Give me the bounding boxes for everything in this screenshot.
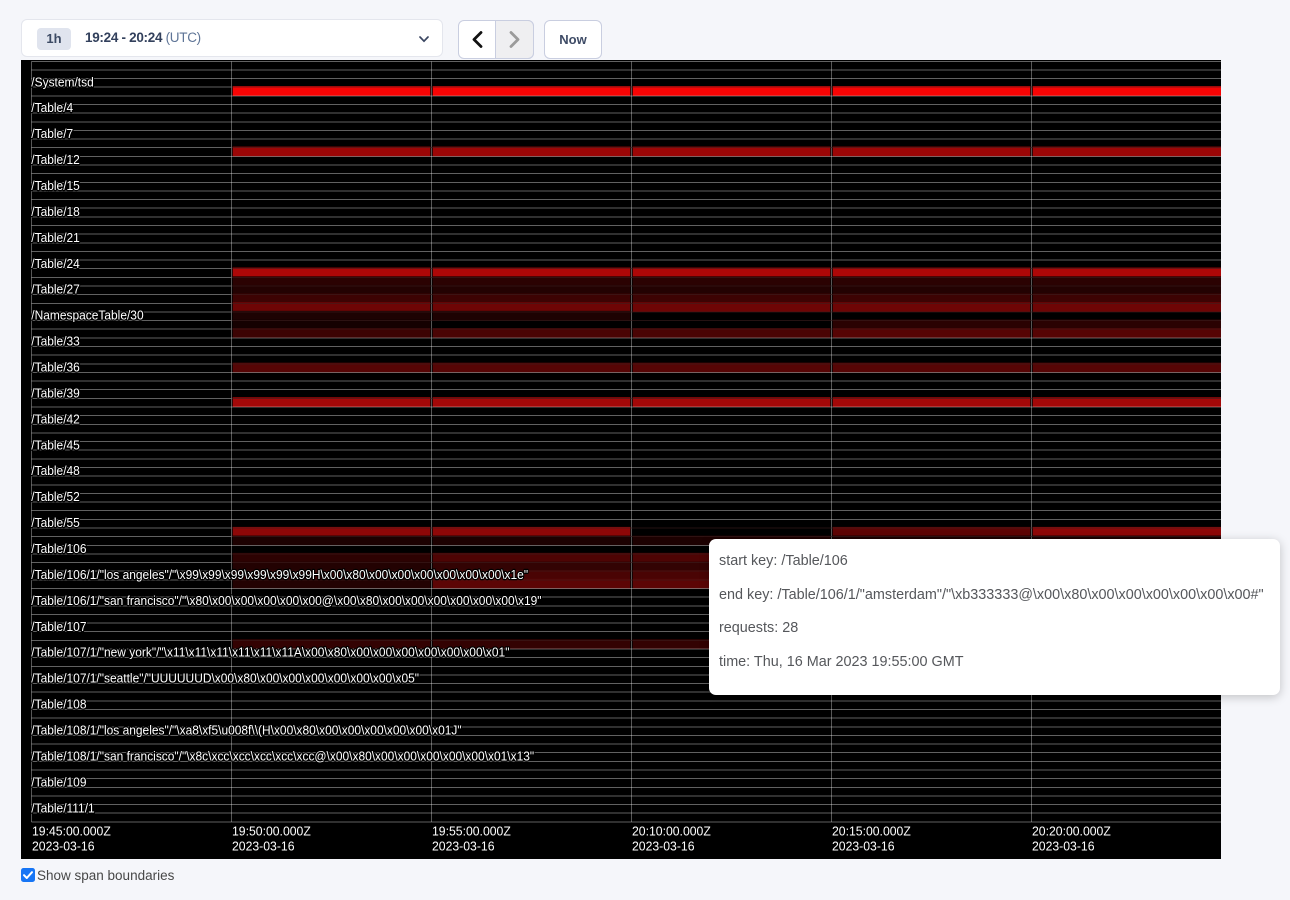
svg-text:19:45:00.000Z: 19:45:00.000Z [32,824,111,838]
svg-text:/Table/108: /Table/108 [31,697,86,712]
svg-text:/Table/27: /Table/27 [31,282,80,297]
svg-text:/Table/42: /Table/42 [31,412,80,427]
svg-text:/Table/21: /Table/21 [31,230,80,245]
svg-text:19:50:00.000Z: 19:50:00.000Z [232,824,311,838]
svg-text:2023-03-16: 2023-03-16 [832,839,895,853]
svg-text:/NamespaceTable/30: /NamespaceTable/30 [31,308,143,323]
svg-text:/Table/48: /Table/48 [31,464,80,479]
svg-text:19:55:00.000Z: 19:55:00.000Z [432,824,511,838]
svg-text:20:10:00.000Z: 20:10:00.000Z [632,824,711,838]
svg-text:/Table/45: /Table/45 [31,438,80,453]
svg-text:/Table/39: /Table/39 [31,386,80,401]
svg-text:2023-03-16: 2023-03-16 [432,839,495,853]
svg-text:/Table/7: /Table/7 [31,127,73,142]
svg-text:2023-03-16: 2023-03-16 [232,839,295,853]
svg-text:/Table/107: /Table/107 [31,619,86,634]
svg-text:/Table/107/1/"seattle"/"UUUUUU: /Table/107/1/"seattle"/"UUUUUUD\x00\x80\… [31,671,419,686]
svg-text:/Table/24: /Table/24 [31,256,80,271]
svg-text:/Table/33: /Table/33 [31,334,80,349]
svg-text:/Table/106/1/"san francisco"/": /Table/106/1/"san francisco"/"\x80\x00\x… [31,593,541,608]
svg-text:/Table/18: /Table/18 [31,204,80,219]
svg-text:/Table/4: /Table/4 [31,101,73,116]
svg-text:/Table/106: /Table/106 [31,542,86,557]
svg-text:/System/tsd: /System/tsd [31,75,93,90]
svg-text:2023-03-16: 2023-03-16 [32,839,95,853]
svg-text:/Table/108/1/"san francisco"/": /Table/108/1/"san francisco"/"\x8c\xcc\x… [31,749,534,764]
svg-text:/Table/12: /Table/12 [31,153,80,168]
svg-text:20:20:00.000Z: 20:20:00.000Z [1032,824,1111,838]
svg-text:2023-03-16: 2023-03-16 [632,839,695,853]
svg-text:20:15:00.000Z: 20:15:00.000Z [832,824,911,838]
svg-text:/Table/109: /Table/109 [31,775,86,790]
svg-text:/Table/36: /Table/36 [31,360,80,375]
svg-text:/Table/107/1/"new york"/"\x11\: /Table/107/1/"new york"/"\x11\x11\x11\x1… [31,645,509,660]
svg-text:/Table/52: /Table/52 [31,490,80,505]
svg-text:/Table/15: /Table/15 [31,179,80,194]
svg-text:/Table/111/1: /Table/111/1 [31,801,94,816]
svg-text:/Table/106/1/"los angeles"/"\x: /Table/106/1/"los angeles"/"\x99\x99\x99… [31,567,528,582]
svg-text:/Table/108/1/"los angeles"/"\x: /Table/108/1/"los angeles"/"\xa8\xf5\u00… [31,723,461,738]
svg-text:/Table/55: /Table/55 [31,516,80,531]
svg-text:2023-03-16: 2023-03-16 [1032,839,1095,853]
